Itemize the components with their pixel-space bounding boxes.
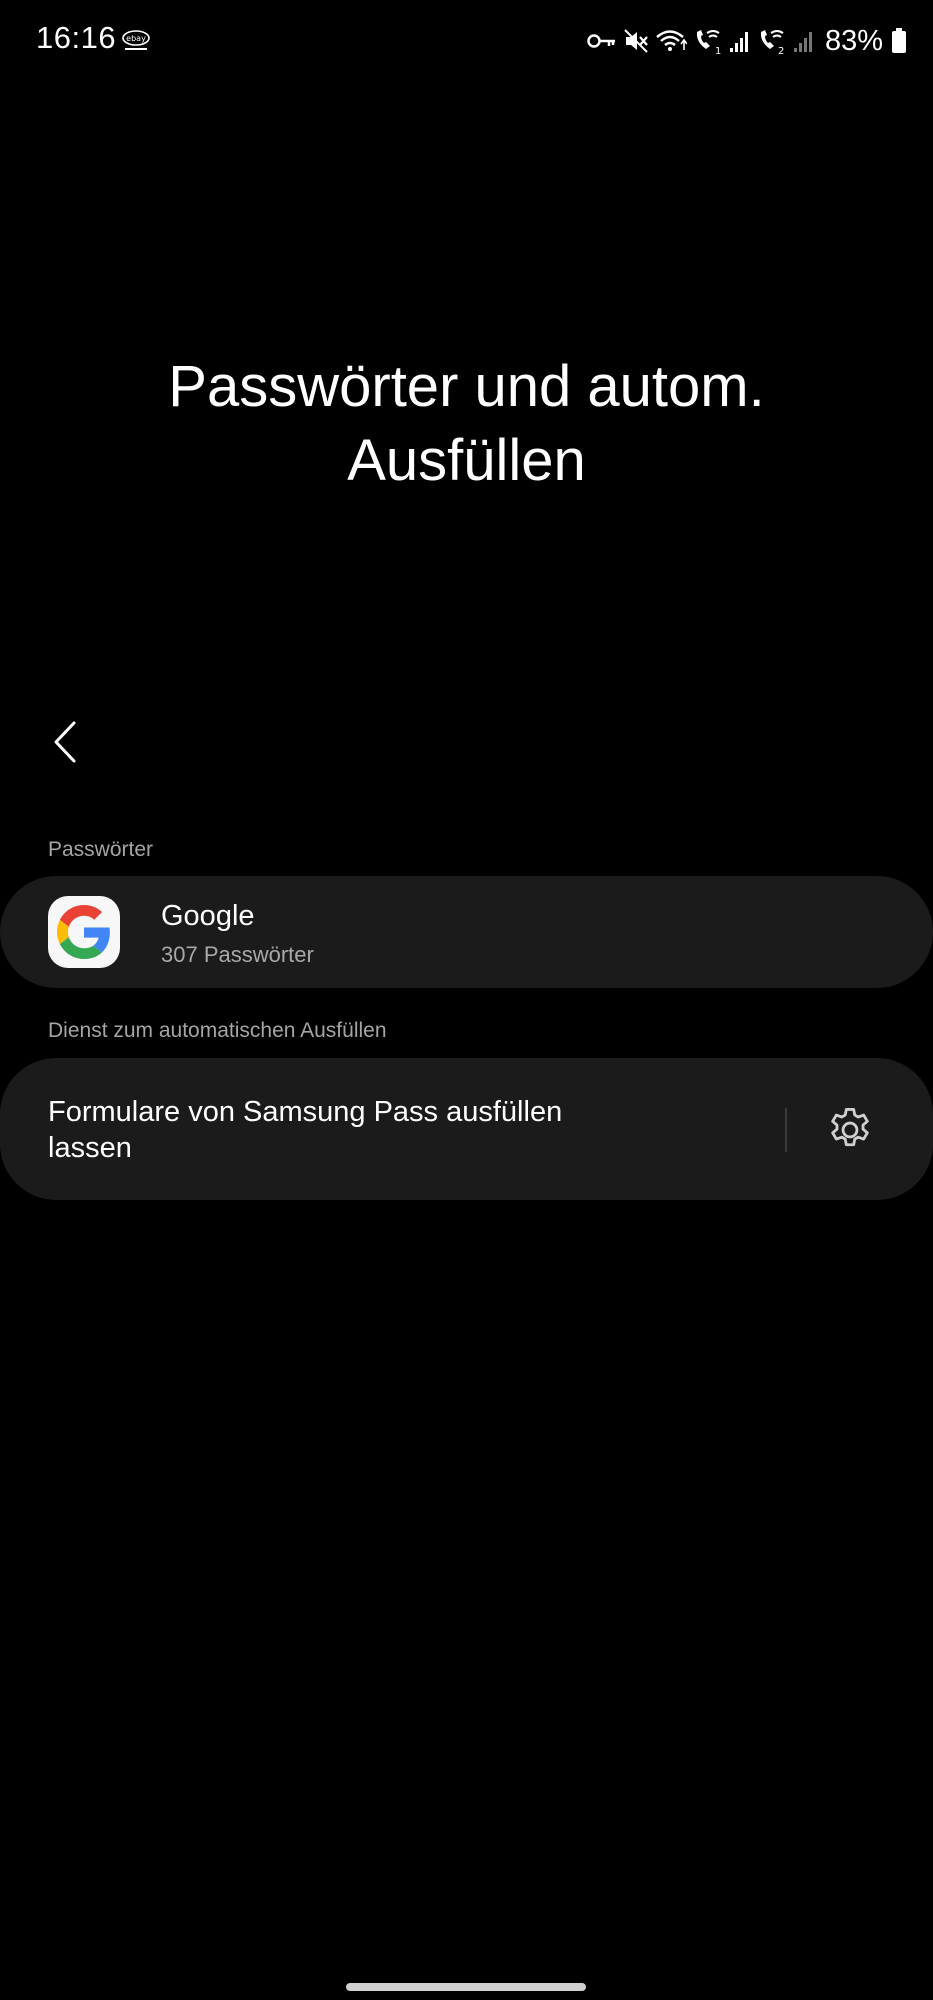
wifi-icon [655, 28, 687, 54]
wifi-call-2-icon: 2 [757, 27, 787, 55]
back-button[interactable] [40, 712, 90, 772]
vpn-key-icon [587, 31, 617, 51]
page-title: Passwörter und autom. Ausfüllen [168, 354, 765, 493]
google-item-subtitle: 307 Passwörter [161, 942, 314, 967]
google-item-title: Google [161, 900, 255, 932]
section-header-passwords: Passwörter [48, 838, 154, 861]
google-logo-icon [48, 896, 120, 968]
svg-text:2: 2 [778, 46, 784, 55]
divider [785, 1108, 787, 1152]
chevron-left-icon [54, 721, 76, 763]
wifi-call-1-icon: 1 [693, 27, 723, 55]
battery-icon [891, 28, 907, 54]
home-indicator[interactable] [346, 1983, 586, 1991]
signal-1-icon [729, 29, 751, 53]
autofill-service-item[interactable]: Formulare von Samsung Pass ausfüllen las… [0, 1058, 933, 1200]
status-icons: 1 2 83% [587, 24, 907, 58]
gear-icon [831, 1108, 869, 1147]
google-password-manager-item[interactable]: Google 307 Passwörter [0, 876, 933, 988]
section-header-autofill: Dienst zum automatischen Ausfüllen [48, 1019, 387, 1042]
battery-percentage: 83% [824, 24, 883, 57]
autofill-service-label: Formulare von Samsung Pass ausfüllen las… [48, 1096, 563, 1164]
svg-text:1: 1 [715, 46, 721, 55]
status-time: 16:16 [36, 20, 117, 55]
svg-text:ebay: ebay [126, 34, 146, 43]
status-bar: 16:16 ebay 1 2 83% [0, 0, 933, 80]
mute-icon [623, 28, 649, 54]
signal-2-icon [793, 29, 815, 53]
autofill-settings-button[interactable] [820, 1100, 880, 1160]
ebay-notification-icon: ebay [120, 28, 152, 54]
